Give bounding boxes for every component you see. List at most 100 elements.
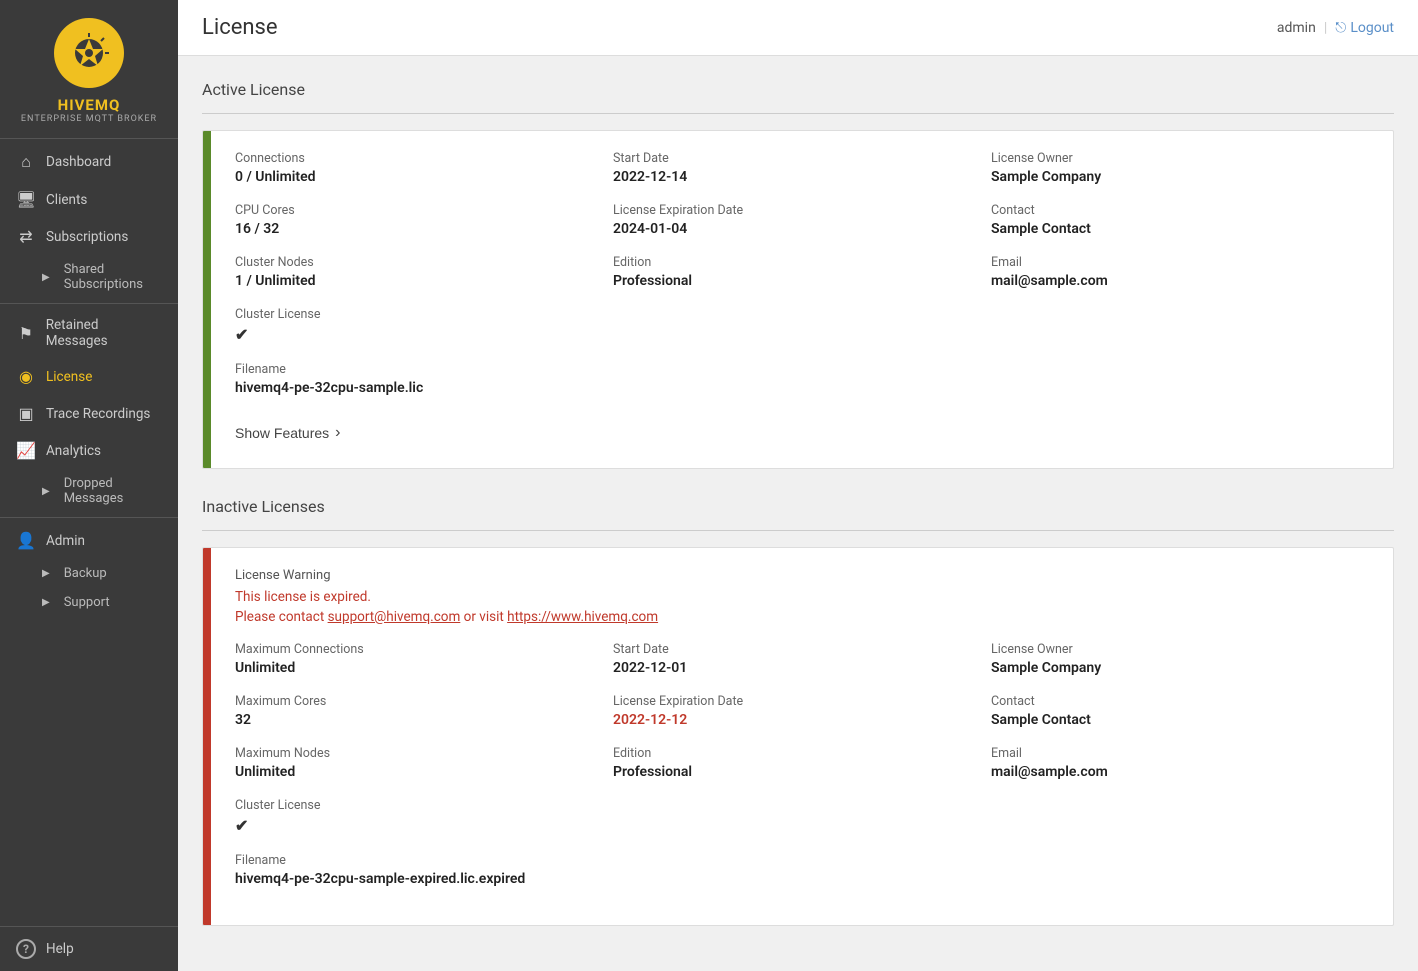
active-dates-field: Start Date 2022-12-14 License Expiration… <box>613 151 991 414</box>
analytics-icon: 📈 <box>16 441 36 460</box>
inactive-cluster-license-value: ✔ <box>235 816 593 835</box>
sidebar-item-retained-messages[interactable]: ⚑ Retained Messages <box>0 308 178 358</box>
sidebar-item-dashboard-label: Dashboard <box>46 154 111 170</box>
sidebar-item-subscriptions[interactable]: ⇄ Subscriptions <box>0 218 178 255</box>
trace-icon: ▣ <box>16 404 36 423</box>
show-features-label: Show Features <box>235 425 329 441</box>
email-label: Email <box>991 255 1349 270</box>
connections-value: 0 / Unlimited <box>235 169 593 185</box>
inactive-license-stripe <box>203 548 211 925</box>
show-features-arrow-icon: › <box>335 424 340 442</box>
sidebar-item-admin[interactable]: 👤 Admin <box>0 522 178 559</box>
active-filename-label: Filename <box>235 362 593 377</box>
contact-value: Sample Contact <box>991 221 1349 237</box>
sidebar: HIVEMQ ENTERPRISE MQTT BROKER ⌂ Dashboar… <box>0 0 178 971</box>
inactive-contact-label: Contact <box>991 694 1349 709</box>
sidebar-help[interactable]: ? Help <box>0 926 178 971</box>
active-owner-field: License Owner Sample Company Contact Sam… <box>991 151 1369 414</box>
logout-link[interactable]: ⎋ Logout <box>1335 20 1394 36</box>
nav-section-main: ⌂ Dashboard 🖥 Clients ⇄ Subscriptions ▶ … <box>0 139 178 621</box>
inactive-contact-value: Sample Contact <box>991 712 1349 728</box>
sidebar-item-analytics-label: Analytics <box>46 443 101 459</box>
inactive-edition-value: Professional <box>613 764 971 780</box>
topbar-divider: | <box>1324 20 1327 36</box>
sidebar-item-shared-subscriptions[interactable]: ▶ Shared Subscriptions <box>0 255 178 299</box>
active-cluster-license-value: ✔ <box>235 325 593 344</box>
sidebar-logo: HIVEMQ ENTERPRISE MQTT BROKER <box>0 0 178 139</box>
subscriptions-icon: ⇄ <box>16 227 36 246</box>
cluster-nodes-value: 1 / Unlimited <box>235 273 593 289</box>
email-value: mail@sample.com <box>991 273 1349 289</box>
home-icon: ⌂ <box>16 152 36 172</box>
retained-messages-icon: ⚑ <box>16 324 36 343</box>
warning-line2-mid: or visit <box>460 609 507 625</box>
warning-email-link[interactable]: support@hivemq.com <box>328 609 461 625</box>
sidebar-item-support-label: Support <box>64 595 110 610</box>
sidebar-item-dashboard[interactable]: ⌂ Dashboard <box>0 143 178 181</box>
start-date-value: 2022-12-14 <box>613 169 971 185</box>
expand-arrow-2-icon: ▶ <box>42 486 50 497</box>
edition-value: Professional <box>613 273 971 289</box>
sidebar-item-support[interactable]: ▶ Support <box>0 588 178 617</box>
active-filename-value: hivemq4-pe-32cpu-sample.lic <box>235 380 593 396</box>
inactive-dates-field: Start Date 2022-12-01 License Expiration… <box>613 642 991 905</box>
topbar-right: admin | ⎋ Logout <box>1277 20 1394 36</box>
connections-label: Connections <box>235 151 593 166</box>
inactive-license-section: Inactive Licenses License Warning This l… <box>202 497 1394 926</box>
clients-icon: 🖥 <box>16 190 36 209</box>
content-area: Active License Connections 0 / Unlimited <box>178 56 1418 971</box>
sidebar-item-trace-recordings[interactable]: ▣ Trace Recordings <box>0 395 178 432</box>
inactive-connections-field: Maximum Connections Unlimited Maximum Co… <box>235 642 613 905</box>
cpu-cores-label: CPU Cores <box>235 203 593 218</box>
expiration-value: 2024-01-04 <box>613 221 971 237</box>
topbar: License admin | ⎋ Logout <box>178 0 1418 56</box>
sidebar-item-dropped-messages[interactable]: ▶ Dropped Messages <box>0 469 178 513</box>
main-content: License admin | ⎋ Logout Active License <box>178 0 1418 971</box>
inactive-owner-field: License Owner Sample Company Contact Sam… <box>991 642 1369 905</box>
logo-icon <box>54 18 124 88</box>
sidebar-item-backup-label: Backup <box>64 566 107 581</box>
nav-divider-1 <box>0 303 178 304</box>
sidebar-item-license-label: License <box>46 369 92 385</box>
warning-block: License Warning This license is expired.… <box>235 568 1369 628</box>
inactive-start-date-label: Start Date <box>613 642 971 657</box>
active-license-divider <box>202 113 1394 114</box>
expand-arrow-3-icon: ▶ <box>42 568 50 579</box>
active-license-stripe <box>203 131 211 468</box>
edition-label: Edition <box>613 255 971 270</box>
inactive-email-value: mail@sample.com <box>991 764 1349 780</box>
inactive-email-label: Email <box>991 746 1349 761</box>
inactive-start-date-value: 2022-12-01 <box>613 660 971 676</box>
sidebar-item-backup[interactable]: ▶ Backup <box>0 559 178 588</box>
license-owner-label: License Owner <box>991 151 1349 166</box>
max-connections-value: Unlimited <box>235 660 593 676</box>
sidebar-item-analytics[interactable]: 📈 Analytics <box>0 432 178 469</box>
admin-icon: 👤 <box>16 531 36 550</box>
inactive-cluster-license-label: Cluster License <box>235 798 593 813</box>
brand-sub: ENTERPRISE MQTT BROKER <box>21 114 157 124</box>
inactive-expiration-value: 2022-12-12 <box>613 712 971 728</box>
inactive-license-title: Inactive Licenses <box>202 497 1394 516</box>
active-license-body: Connections 0 / Unlimited CPU Cores 16 /… <box>211 131 1393 468</box>
warning-url-link[interactable]: https://www.hivemq.com <box>507 609 658 625</box>
active-license-card: Connections 0 / Unlimited CPU Cores 16 /… <box>202 130 1394 469</box>
license-owner-value: Sample Company <box>991 169 1349 185</box>
warning-line1: This license is expired. <box>235 589 371 605</box>
show-features-button[interactable]: Show Features › <box>235 418 341 448</box>
cluster-nodes-label: Cluster Nodes <box>235 255 593 270</box>
warning-line2-prefix: Please contact <box>235 609 328 625</box>
sidebar-item-dropped-messages-label: Dropped Messages <box>64 476 162 506</box>
max-nodes-label: Maximum Nodes <box>235 746 593 761</box>
sidebar-item-clients[interactable]: 🖥 Clients <box>0 181 178 218</box>
license-icon: ◉ <box>16 367 36 386</box>
inactive-edition-label: Edition <box>613 746 971 761</box>
max-cores-value: 32 <box>235 712 593 728</box>
active-connections-field: Connections 0 / Unlimited CPU Cores 16 /… <box>235 151 613 414</box>
inactive-license-body: License Warning This license is expired.… <box>211 548 1393 925</box>
max-connections-label: Maximum Connections <box>235 642 593 657</box>
sidebar-item-license[interactable]: ◉ License <box>0 358 178 395</box>
help-label: Help <box>46 941 74 957</box>
expiration-label: License Expiration Date <box>613 203 971 218</box>
active-license-section: Active License Connections 0 / Unlimited <box>202 80 1394 469</box>
sidebar-item-subscriptions-label: Subscriptions <box>46 229 128 245</box>
